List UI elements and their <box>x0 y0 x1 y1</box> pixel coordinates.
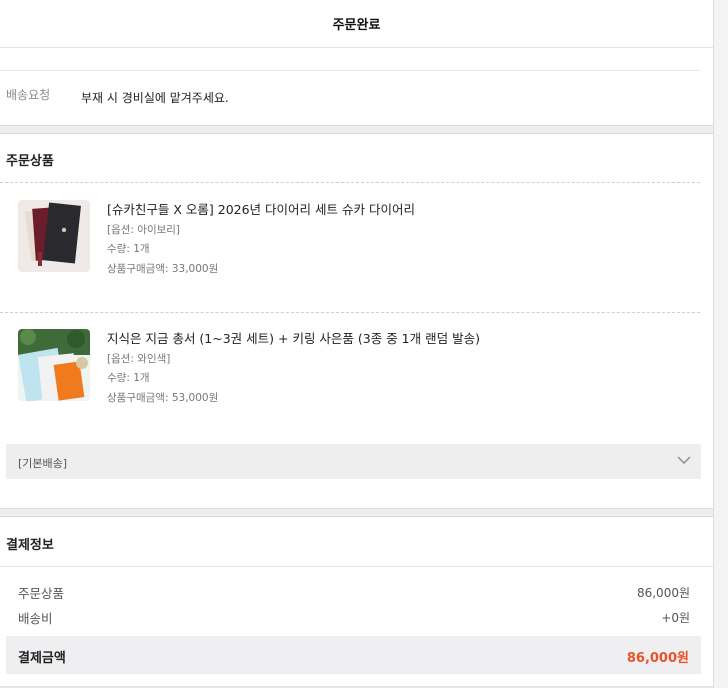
total-label: 결제금액 <box>18 651 66 666</box>
total-value: 86,000원 <box>626 651 689 666</box>
dashed-divider <box>0 182 700 183</box>
product-name[interactable]: [슈카친구들 X 오롬] 2026년 다이어리 세트 슈카 다이어리 <box>107 199 415 218</box>
product-thumbnail-books[interactable] <box>18 329 90 401</box>
product-price: 상품구매금액: 33,000원 <box>107 263 219 275</box>
product-thumbnail-diary[interactable] <box>18 200 90 272</box>
dashed-divider <box>0 312 700 313</box>
shipping-fee-value: +0원 <box>661 611 690 625</box>
delivery-request-value: 부재 시 경비실에 맡겨주세요. <box>81 91 229 105</box>
delivery-request-label: 배송요청 <box>6 88 51 102</box>
order-complete-page: 주문완료 배송요청 부재 시 경비실에 맡겨주세요. 주문상품 [슈카친구들 X… <box>0 0 713 688</box>
section-divider <box>0 125 713 134</box>
shipping-group-toggle[interactable]: [기본배송] <box>6 444 701 479</box>
product-name[interactable]: 지식은 지금 총서 (1~3권 세트) + 키링 사은품 (3종 중 1개 랜덤… <box>107 328 480 347</box>
divider <box>0 70 700 71</box>
page-header: 주문완료 <box>0 0 713 48</box>
subtotal-value: 86,000원 <box>636 586 690 600</box>
subtotal-label: 주문상품 <box>18 586 65 601</box>
shipping-fee-label: 배송비 <box>18 611 53 626</box>
chevron-down-icon[interactable] <box>677 455 691 465</box>
total-payment-bar: 결제금액 86,000원 <box>6 636 701 674</box>
product-option: [옵션: 아이보리] <box>107 224 181 236</box>
section-divider <box>0 508 713 517</box>
product-quantity: 수량: 1개 <box>107 372 150 384</box>
product-option: [옵션: 와인색] <box>107 353 171 365</box>
order-items-title: 주문상품 <box>6 154 54 169</box>
shipping-group-label: [기본배송] <box>18 457 68 470</box>
divider <box>0 566 713 567</box>
product-price: 상품구매금액: 53,000원 <box>107 392 219 404</box>
product-quantity: 수량: 1개 <box>107 243 150 255</box>
scrollbar-track[interactable] <box>713 0 728 688</box>
page-title: 주문완료 <box>332 18 381 33</box>
payment-title: 결제정보 <box>6 538 54 553</box>
